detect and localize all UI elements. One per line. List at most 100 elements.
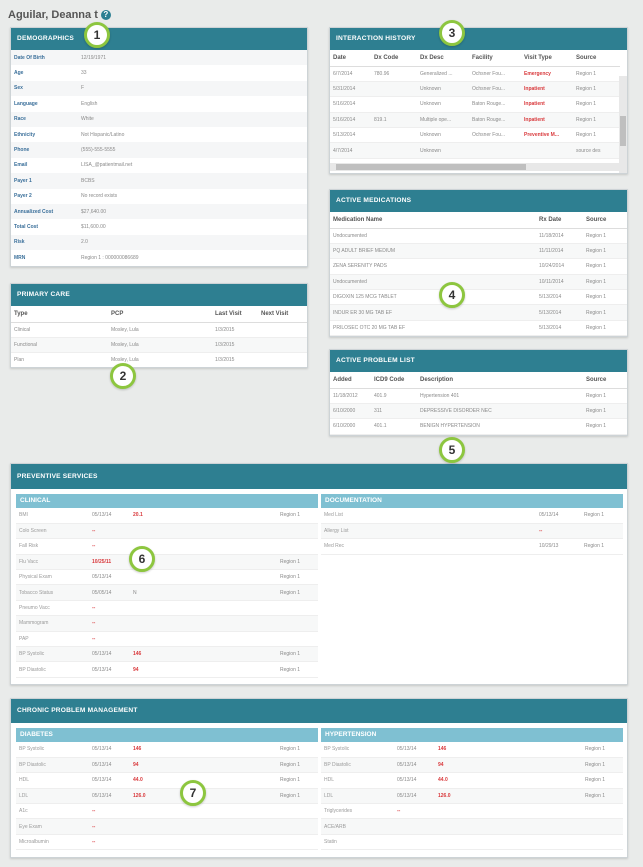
column-header[interactable]: Description bbox=[417, 372, 583, 389]
table-cell bbox=[130, 600, 277, 617]
header-row: Added ICD9 Code Description Source bbox=[330, 372, 627, 389]
table-cell: Pneumo Vacc bbox=[16, 600, 89, 617]
column-header[interactable]: Type bbox=[11, 306, 108, 323]
horizontal-scrollbar[interactable] bbox=[330, 163, 621, 171]
preventive-services-panel: PREVENTIVE SERVICES CLINICAL BMI 05/13/14… bbox=[10, 463, 628, 685]
field-value: Not Hispanic/Latino bbox=[81, 131, 125, 138]
table-cell: Triglycerides bbox=[321, 803, 394, 820]
table-cell bbox=[435, 818, 582, 835]
field-label: Date Of Birth bbox=[14, 54, 45, 61]
column-header[interactable]: Source bbox=[573, 50, 620, 67]
table-cell: DEPRESSIVE DISORDER NEC bbox=[417, 403, 583, 420]
table-cell: 780.96 bbox=[371, 66, 417, 82]
table-cell: BENIGN HYPERTENSION bbox=[417, 418, 583, 435]
table-cell: Region 1 bbox=[573, 96, 620, 113]
table-cell: Region 1 bbox=[581, 508, 623, 524]
column-header[interactable]: Source bbox=[583, 372, 627, 389]
column-header[interactable]: Dx Code bbox=[371, 50, 417, 67]
table-row[interactable]: Functional Mosley, Lula 1/3/2015 bbox=[11, 337, 307, 354]
table-cell: 146 bbox=[130, 646, 277, 663]
chronic-problem-management-header: CHRONIC PROBLEM MANAGEMENT bbox=[11, 699, 627, 723]
demographic-row: MRN Region 1 : 000000086689 bbox=[11, 250, 307, 265]
table-cell: Inpatient bbox=[521, 112, 573, 129]
column-header[interactable]: Source bbox=[583, 212, 627, 229]
table-cell bbox=[469, 142, 521, 159]
table-row[interactable]: 11/18/2012 401.9 Hypertension 401 Region 1 bbox=[330, 388, 627, 404]
table-row: Statin bbox=[321, 834, 623, 851]
table-cell bbox=[435, 803, 582, 820]
table-cell: -- bbox=[89, 818, 130, 835]
table-row: BP Diastolic 05/13/14 94 Region 1 bbox=[321, 757, 623, 774]
field-value: BCBS bbox=[81, 177, 95, 184]
table-row: Pneumo Vacc -- bbox=[16, 600, 318, 617]
column-header[interactable]: Date bbox=[330, 50, 371, 67]
table-row: BP Diastolic 05/13/14 94 Region 1 bbox=[16, 757, 318, 774]
demographic-row: Payer 2 No record exists bbox=[11, 189, 307, 204]
column-header[interactable]: Next Visit bbox=[258, 306, 307, 323]
demographic-row: Sex F bbox=[11, 80, 307, 97]
demographic-row: Language English bbox=[11, 96, 307, 111]
table-row[interactable]: 5/16/2014 Unknown Baton Rouge... Inpatient R… bbox=[330, 96, 620, 113]
table-cell: Generalized ... bbox=[417, 66, 469, 82]
table-row[interactable]: INDUR ER 30 MG TAB EF 5/13/2014 Region 1 bbox=[330, 304, 627, 321]
table-cell: 6/10/2000 bbox=[330, 403, 371, 420]
column-header[interactable]: Medication Name bbox=[330, 212, 536, 229]
table-row[interactable]: PRILOSEC OTC 20 MG TAB EF 5/13/2014 Region… bbox=[330, 320, 627, 336]
table-row[interactable]: 4/7/2014 Unknown source des bbox=[330, 142, 620, 159]
table-row[interactable]: Undocumented 11/18/2014 Region 1 bbox=[330, 228, 627, 244]
column-header[interactable]: Facility bbox=[469, 50, 521, 67]
active-medications-header: ACTIVE MEDICATIONS bbox=[330, 190, 627, 212]
table-row[interactable]: DIGOXIN 125 MCG TABLET 5/13/2014 Region 1 bbox=[330, 289, 627, 306]
table-row[interactable]: Undocumented 10/11/2014 Region 1 bbox=[330, 274, 627, 291]
table-row[interactable]: Clinical Mosley, Lula 1/3/2015 bbox=[11, 322, 307, 338]
table-cell: Med List bbox=[321, 508, 536, 524]
table-row[interactable]: 6/7/2014 780.96 Generalized ... Ochsner Fou… bbox=[330, 66, 620, 82]
demographics-table: Date Of Birth 12/19/1971 Age 33 Sex F Language… bbox=[11, 50, 307, 265]
table-cell: -- bbox=[89, 538, 130, 555]
table-cell: 401.9 bbox=[371, 388, 417, 404]
table-row: PAP -- bbox=[16, 631, 318, 648]
table-cell: PQ ADULT BRIEF MEDIUM bbox=[330, 243, 536, 260]
table-row: LDL 05/13/14 126.0 Region 1 bbox=[16, 788, 318, 805]
demographic-row: Phone (555)-555-5555 bbox=[11, 142, 307, 158]
table-cell: 146 bbox=[130, 742, 277, 758]
table-cell bbox=[277, 803, 318, 820]
demographic-row: Risk 2.0 bbox=[11, 234, 307, 251]
table-row[interactable]: 5/31/2014 Unknown Ochsner Fou... Inpatient R… bbox=[330, 81, 620, 98]
field-value: F bbox=[81, 85, 85, 92]
column-header[interactable]: PCP bbox=[108, 306, 212, 323]
table-row: BP Systolic 05/13/14 146 Region 1 bbox=[321, 742, 623, 758]
table-cell: Region 1 bbox=[583, 228, 627, 244]
interaction-history-header: INTERACTION HISTORY bbox=[330, 28, 627, 50]
field-label: Race bbox=[14, 116, 26, 123]
table-cell: Region 1 bbox=[581, 538, 623, 555]
table-row[interactable]: PQ ADULT BRIEF MEDIUM 11/11/2014 Region 1 bbox=[330, 243, 627, 260]
table-row[interactable]: 6/10/2000 311 DEPRESSIVE DISORDER NEC Regio… bbox=[330, 403, 627, 420]
demographic-row: Total Cost $11,600.00 bbox=[11, 219, 307, 234]
table-row: Colo Screen -- bbox=[16, 523, 318, 540]
clinical-subheader: CLINICAL bbox=[16, 494, 318, 508]
field-label: Ethnicity bbox=[14, 131, 36, 138]
table-row[interactable]: 6/10/2000 401.1 BENIGN HYPERTENSION Region … bbox=[330, 418, 627, 435]
vertical-scrollbar[interactable] bbox=[619, 76, 627, 173]
table-row[interactable]: 5/13/2014 Unknown Ochsner Fou... Preventive… bbox=[330, 127, 620, 144]
column-header[interactable]: ICD9 Code bbox=[371, 372, 417, 389]
column-header[interactable]: Dx Desc bbox=[417, 50, 469, 67]
table-cell: PRILOSEC OTC 20 MG TAB EF bbox=[330, 320, 536, 336]
table-cell: Region 1 bbox=[277, 584, 318, 601]
column-header[interactable]: Visit Type bbox=[521, 50, 573, 67]
column-header[interactable]: Added bbox=[330, 372, 371, 389]
table-row[interactable]: 5/16/2014 819.1 Multiple ope... Baton Rouge… bbox=[330, 112, 620, 129]
table-cell bbox=[277, 631, 318, 648]
table-cell bbox=[130, 803, 277, 820]
clinical-table: BMI 05/13/14 20.1 Region 1 Colo Screen -- Fall… bbox=[16, 508, 318, 678]
table-row[interactable]: Plan Mosley, Lula 1/3/2015 bbox=[11, 352, 307, 367]
table-cell: Colo Screen bbox=[16, 523, 89, 540]
table-cell: 05/13/14 bbox=[394, 742, 435, 758]
column-header[interactable]: Rx Date bbox=[536, 212, 583, 229]
table-cell: BP Diastolic bbox=[321, 757, 394, 774]
help-icon[interactable]: ? bbox=[100, 10, 111, 20]
table-row[interactable]: ZENA SERENITY PADS 10/24/2014 Region 1 bbox=[330, 258, 627, 275]
callout-7: 7 bbox=[180, 780, 206, 806]
column-header[interactable]: Last Visit bbox=[212, 306, 258, 323]
